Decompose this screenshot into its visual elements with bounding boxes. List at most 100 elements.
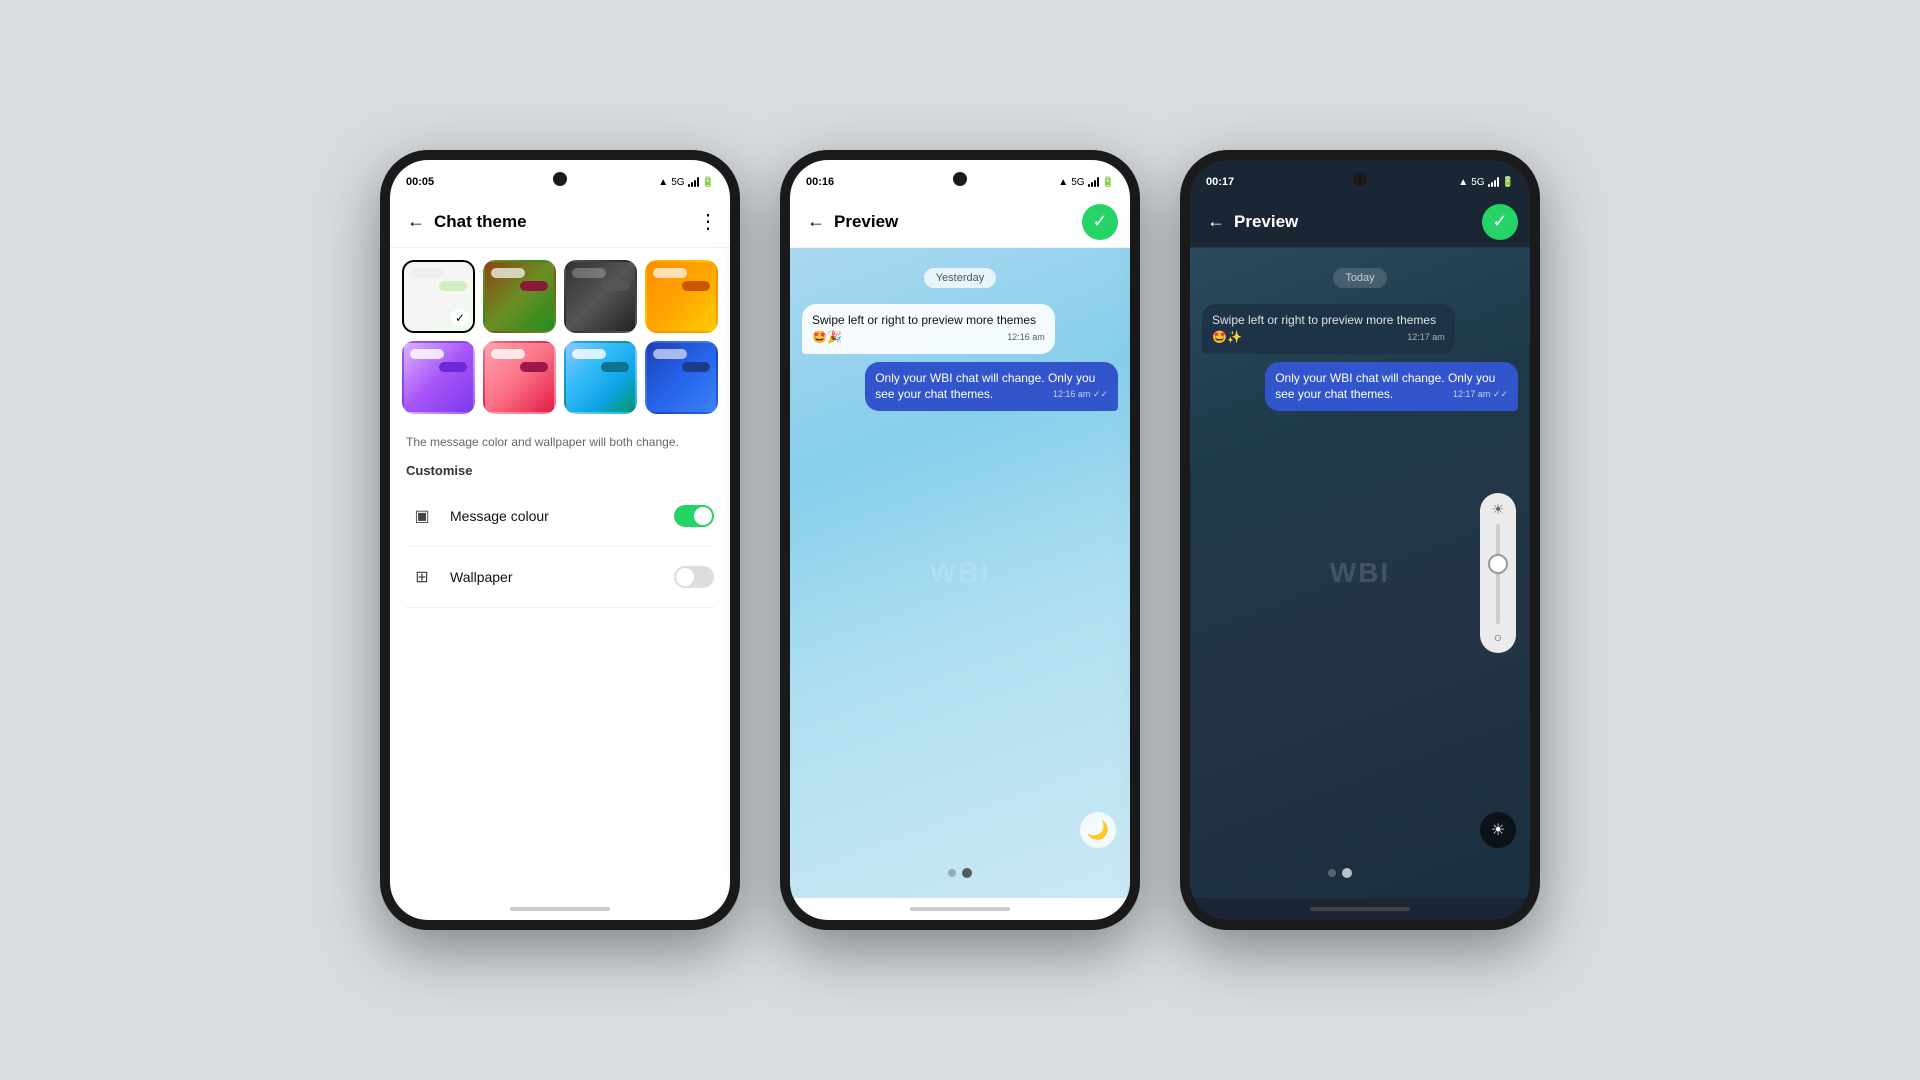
watermark-3: WBI xyxy=(1330,557,1390,589)
page-dot-2-0 xyxy=(948,869,956,877)
chat-messages-2: Yesterday Swipe left or right to preview… xyxy=(790,248,1130,419)
app-bar-1: ← Chat theme ⋮ xyxy=(390,196,730,248)
check-mark-default: ✓ xyxy=(451,309,469,327)
confirm-button-3[interactable]: ✓ xyxy=(1482,204,1518,240)
status-icons-2: ▲ 5G 🔋 xyxy=(1058,177,1114,188)
phone-2: 00:16 ▲ 5G 🔋 ← Preview ✓ WBI xyxy=(780,150,1140,930)
customize-section: The message color and wallpaper will bot… xyxy=(390,426,730,616)
msg-received-2: Swipe left or right to preview more them… xyxy=(802,304,1055,354)
brightness-min-icon: ○ xyxy=(1494,629,1502,645)
signal-2 xyxy=(1088,177,1099,187)
watermark-2: WBI xyxy=(930,557,990,589)
date-badge-2: Yesterday xyxy=(924,268,997,288)
theme-orange[interactable] xyxy=(645,260,718,333)
moon-button-2[interactable]: 🌙 xyxy=(1080,812,1116,848)
page-indicators-2 xyxy=(948,858,972,884)
notch-1 xyxy=(553,172,567,186)
mini-bubbles-ocean xyxy=(572,349,629,372)
sun-button-3[interactable]: ☀ xyxy=(1480,812,1516,848)
mini-bubbles-default xyxy=(410,268,467,291)
message-colour-icon: ▣ xyxy=(406,500,438,532)
message-colour-toggle[interactable] xyxy=(674,505,714,527)
msg-text-received-2: Swipe left or right to preview more them… xyxy=(812,313,1036,344)
wallpaper-toggle[interactable] xyxy=(674,566,714,588)
msg-check-3: ✓✓ xyxy=(1493,389,1508,399)
notch-2 xyxy=(953,172,967,186)
wallpaper-label: Wallpaper xyxy=(450,569,674,585)
brightness-max-icon: ☀ xyxy=(1492,501,1505,518)
theme-blue-geo[interactable] xyxy=(645,341,718,414)
page-dot-2-1 xyxy=(962,868,972,878)
notch-3 xyxy=(1353,172,1367,186)
home-indicator-1 xyxy=(390,898,730,920)
back-button-2[interactable]: ← xyxy=(802,208,830,236)
msg-time-received-3: 12:17 am xyxy=(1407,331,1445,344)
alert-icon-3: ▲ xyxy=(1458,177,1468,188)
theme-dark[interactable] xyxy=(564,260,637,333)
alert-icon-2: ▲ xyxy=(1058,177,1068,188)
time-1: 00:05 xyxy=(406,176,434,188)
confirm-button-2[interactable]: ✓ xyxy=(1082,204,1118,240)
phone-1: 00:05 ▲ 5G 🔋 ← Chat theme ⋮ xyxy=(380,150,740,930)
date-badge-3: Today xyxy=(1333,268,1386,288)
mini-bubbles-dark xyxy=(572,268,629,291)
alert-icon-1: ▲ xyxy=(658,177,668,188)
phone-3-screen: 00:17 ▲ 5G 🔋 ← Preview ✓ WBI xyxy=(1190,160,1530,920)
phone-2-screen: 00:16 ▲ 5G 🔋 ← Preview ✓ WBI xyxy=(790,160,1130,920)
message-colour-label: Message colour xyxy=(450,508,674,524)
msg-time-received-2: 12:16 am xyxy=(1007,331,1045,344)
msg-sent-2: Only your WBI chat will change. Only you… xyxy=(865,362,1118,412)
network-2: 5G xyxy=(1071,177,1084,188)
phone-1-screen: 00:05 ▲ 5G 🔋 ← Chat theme ⋮ xyxy=(390,160,730,920)
brightness-slider-3[interactable]: ☀ ○ xyxy=(1480,493,1516,653)
more-button-1[interactable]: ⋮ xyxy=(698,209,718,234)
home-indicator-2 xyxy=(790,898,1130,920)
theme-ocean[interactable] xyxy=(564,341,637,414)
msg-check-2: ✓✓ xyxy=(1093,389,1108,399)
msg-text-received-3: Swipe left or right to preview more them… xyxy=(1212,313,1436,344)
app-title-3: Preview xyxy=(1234,212,1482,232)
theme-pink[interactable] xyxy=(483,341,556,414)
wallpaper-icon: ⊞ xyxy=(406,561,438,593)
page-indicators-3 xyxy=(1328,858,1352,884)
theme-default[interactable]: ✓ xyxy=(402,260,475,333)
time-3: 00:17 xyxy=(1206,176,1234,188)
battery-3: 🔋 xyxy=(1502,177,1514,188)
back-button-1[interactable]: ← xyxy=(402,208,430,236)
msg-time-sent-2: 12:16 am ✓✓ xyxy=(1053,388,1108,401)
theme-grid: ✓ xyxy=(390,248,730,426)
chat-background-3: WBI Today Swipe left or right to preview… xyxy=(1190,248,1530,898)
home-indicator-3 xyxy=(1190,898,1530,920)
msg-received-3: Swipe left or right to preview more them… xyxy=(1202,304,1455,354)
message-colour-item[interactable]: ▣ Message colour xyxy=(406,486,714,547)
mini-bubbles-tropical xyxy=(491,268,548,291)
phone-3: 00:17 ▲ 5G 🔋 ← Preview ✓ WBI xyxy=(1180,150,1540,930)
app-title-1: Chat theme xyxy=(434,212,698,232)
theme-tropical[interactable] xyxy=(483,260,556,333)
mini-bubbles-bluegeo xyxy=(653,349,710,372)
slider-track xyxy=(1496,524,1500,624)
mini-bubbles-pink xyxy=(491,349,548,372)
mini-bubbles-purple xyxy=(410,349,467,372)
page-dot-3-1 xyxy=(1342,868,1352,878)
slider-thumb xyxy=(1488,554,1508,574)
status-icons-3: ▲ 5G 🔋 xyxy=(1458,177,1514,188)
back-button-3[interactable]: ← xyxy=(1202,208,1230,236)
battery-2: 🔋 xyxy=(1102,177,1114,188)
network-1: 5G xyxy=(671,177,684,188)
network-3: 5G xyxy=(1471,177,1484,188)
theme-purple[interactable] xyxy=(402,341,475,414)
app-bar-2: ← Preview ✓ xyxy=(790,196,1130,248)
signal-1 xyxy=(688,177,699,187)
page-dot-3-0 xyxy=(1328,869,1336,877)
customise-title: Customise xyxy=(406,463,714,478)
app-title-2: Preview xyxy=(834,212,1082,232)
msg-sent-3: Only your WBI chat will change. Only you… xyxy=(1265,362,1518,412)
wallpaper-item[interactable]: ⊞ Wallpaper xyxy=(406,547,714,608)
mini-bubbles-orange xyxy=(653,268,710,291)
signal-3 xyxy=(1488,177,1499,187)
chat-messages-3: Today Swipe left or right to preview mor… xyxy=(1190,248,1530,419)
theme-desc: The message color and wallpaper will bot… xyxy=(406,434,714,451)
time-2: 00:16 xyxy=(806,176,834,188)
chat-background-2: WBI Yesterday Swipe left or right to pre… xyxy=(790,248,1130,898)
